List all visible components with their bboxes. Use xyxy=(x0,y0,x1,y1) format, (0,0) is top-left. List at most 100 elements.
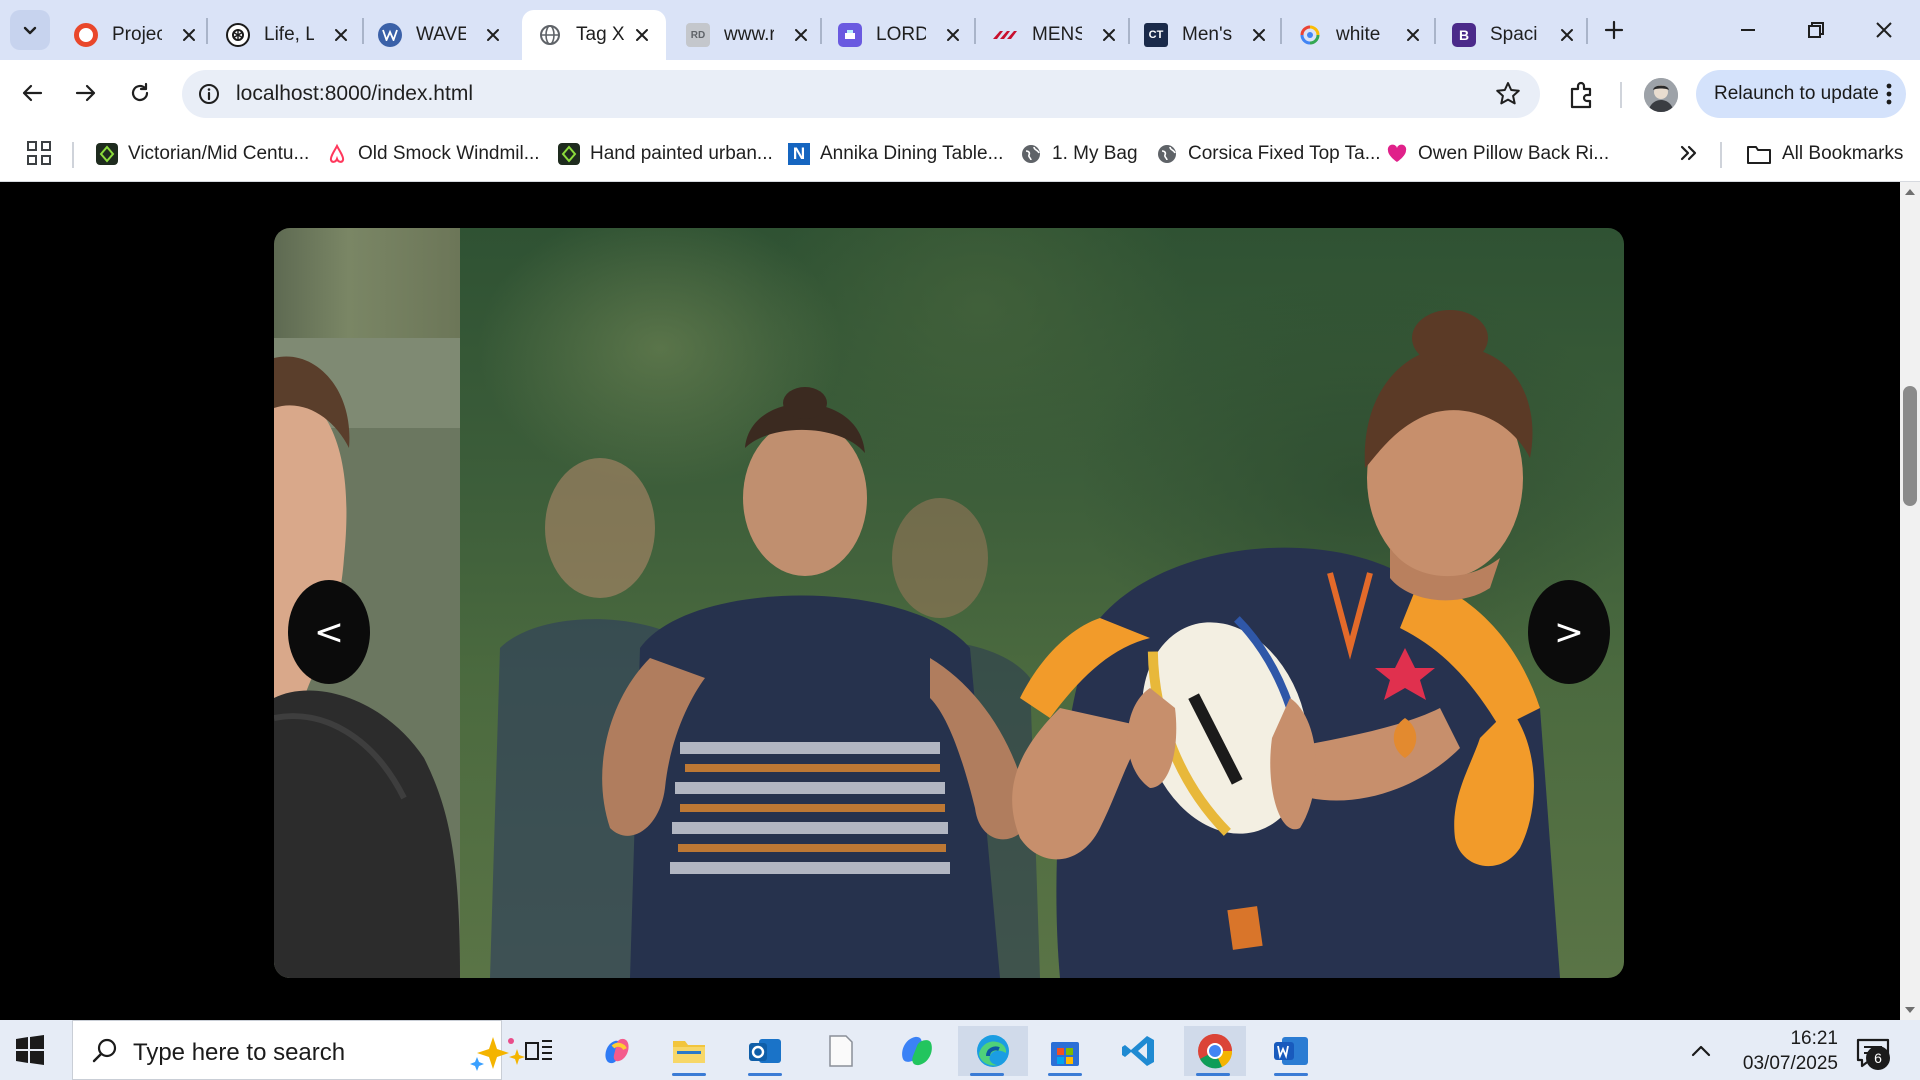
extensions-icon[interactable] xyxy=(1566,79,1598,111)
tab-title: Projec xyxy=(112,24,162,45)
plus-icon xyxy=(1604,20,1624,40)
chevron-double-right-icon[interactable] xyxy=(1676,140,1702,166)
chrome-button[interactable] xyxy=(1184,1026,1246,1076)
folder-icon xyxy=(1746,143,1772,165)
page-scrollbar[interactable] xyxy=(1900,182,1920,1020)
close-icon[interactable] xyxy=(1248,24,1270,46)
windows-start-icon[interactable] xyxy=(14,1034,46,1066)
chevron-up-icon[interactable] xyxy=(1688,1038,1714,1064)
outlook-button[interactable] xyxy=(736,1026,794,1076)
close-icon[interactable] xyxy=(1402,24,1424,46)
leaf-icon xyxy=(96,143,118,165)
forward-button[interactable] xyxy=(66,73,106,113)
clock-date: 03/07/2025 xyxy=(1742,1053,1838,1074)
tab-projec[interactable]: Projec xyxy=(58,10,214,60)
toolbar-divider xyxy=(1620,82,1622,108)
rd-icon-text: RD xyxy=(690,29,706,41)
back-button[interactable] xyxy=(12,73,52,113)
clock-time: 16:21 xyxy=(1790,1028,1838,1049)
scroll-down-arrow-icon[interactable] xyxy=(1904,1004,1916,1016)
tab-title: Spaci xyxy=(1490,24,1538,45)
scrollbar-thumb[interactable] xyxy=(1903,386,1917,506)
all-bookmarks-button[interactable]: All Bookmarks xyxy=(1746,138,1903,170)
bookmark-hand-painted[interactable]: Hand painted urban... xyxy=(558,138,773,170)
bookmark-star-icon[interactable] xyxy=(1494,80,1522,108)
running-indicator xyxy=(1274,1073,1308,1076)
next-slide-button[interactable]: > xyxy=(1528,580,1610,684)
tab-tag-x[interactable]: Tag X xyxy=(522,10,666,60)
bookmark-victorian[interactable]: Victorian/Mid Centu... xyxy=(96,138,309,170)
tab-spaci[interactable]: B Spaci xyxy=(1436,10,1592,60)
all-bookmarks-label: All Bookmarks xyxy=(1782,143,1904,164)
close-icon[interactable] xyxy=(790,24,812,46)
apps-grid-icon[interactable] xyxy=(26,140,52,166)
tab-life[interactable]: Life, L xyxy=(210,10,366,60)
tab-title: Life, L xyxy=(264,24,314,45)
running-indicator xyxy=(1196,1073,1230,1076)
search-icon xyxy=(92,1038,117,1063)
reload-button[interactable] xyxy=(120,73,160,113)
site-info-button[interactable] xyxy=(192,77,226,111)
url-text[interactable]: localhost:8000/index.html xyxy=(236,82,473,106)
tab-white[interactable]: white xyxy=(1282,10,1438,60)
taskbar-search[interactable]: Type here to search xyxy=(72,1020,525,1080)
bookmark-owen-pillow[interactable]: Owen Pillow Back Ri... xyxy=(1386,138,1609,170)
tab-lord[interactable]: LORD xyxy=(822,10,978,60)
vscode-button[interactable] xyxy=(1110,1026,1168,1076)
bookmark-label: Annika Dining Table... xyxy=(820,143,1004,164)
close-icon[interactable] xyxy=(482,24,504,46)
ct-icon: CT xyxy=(1144,23,1168,47)
more-vertical-icon[interactable] xyxy=(1886,82,1892,106)
task-view-button[interactable] xyxy=(510,1026,568,1076)
address-bar[interactable]: localhost:8000/index.html xyxy=(182,70,1540,118)
close-window-button[interactable] xyxy=(1858,8,1910,52)
tab-www[interactable]: RD www.r xyxy=(670,10,826,60)
rugby-player-photo xyxy=(490,310,1560,978)
canterbury-icon xyxy=(992,23,1018,47)
relaunch-label: Relaunch to update xyxy=(1714,83,1879,104)
bookmark-old-smock[interactable]: Old Smock Windmil... xyxy=(326,138,540,170)
close-icon[interactable] xyxy=(178,24,200,46)
copilot-button[interactable] xyxy=(588,1026,646,1076)
close-icon[interactable] xyxy=(942,24,964,46)
notepad-button[interactable] xyxy=(812,1026,870,1076)
edge-button[interactable] xyxy=(958,1026,1028,1076)
store-button[interactable] xyxy=(1036,1026,1094,1076)
minimize-button[interactable] xyxy=(1722,8,1774,52)
airbnb-icon xyxy=(326,143,348,165)
tab-wave[interactable]: WAVE xyxy=(362,10,518,60)
close-icon[interactable] xyxy=(1556,24,1578,46)
bookmark-my-bag[interactable]: 1. My Bag xyxy=(1020,138,1138,170)
running-indicator xyxy=(970,1073,1004,1076)
close-icon[interactable] xyxy=(632,24,652,46)
bootstrap-icon: B xyxy=(1452,23,1476,47)
arrow-right-icon xyxy=(75,84,96,102)
notepad-icon xyxy=(829,1035,853,1067)
edge-icon xyxy=(977,1035,1009,1067)
bookmark-label: Corsica Fixed Top Ta... xyxy=(1188,143,1381,164)
tab-divider xyxy=(1586,18,1588,44)
relaunch-button[interactable]: Relaunch to update xyxy=(1696,70,1906,118)
tab-title: MENS xyxy=(1032,24,1082,45)
tab-divider xyxy=(206,18,208,44)
new-tab-button[interactable] xyxy=(1598,14,1630,46)
tab-mens[interactable]: MENS xyxy=(976,10,1134,60)
globe-icon xyxy=(1156,143,1178,165)
m365-button[interactable] xyxy=(888,1026,946,1076)
avatar-icon xyxy=(1644,78,1678,112)
tab-mens-ct[interactable]: CT Men's xyxy=(1128,10,1284,60)
scroll-up-arrow-icon[interactable] xyxy=(1904,186,1916,198)
previous-slide-button[interactable]: < xyxy=(288,580,370,684)
bookmark-annika[interactable]: N Annika Dining Table... xyxy=(788,138,1003,170)
profile-avatar[interactable] xyxy=(1644,78,1678,112)
bookmark-corsica[interactable]: Corsica Fixed Top Ta... xyxy=(1156,138,1381,170)
restore-button[interactable] xyxy=(1790,8,1842,52)
word-button[interactable] xyxy=(1262,1026,1320,1076)
file-explorer-button[interactable] xyxy=(660,1026,718,1076)
close-icon[interactable] xyxy=(330,24,352,46)
running-indicator xyxy=(1048,1073,1082,1076)
tab-search-button[interactable] xyxy=(10,10,50,50)
close-icon[interactable] xyxy=(1098,24,1120,46)
system-clock[interactable]: 16:21 03/07/2025 xyxy=(1738,1026,1838,1076)
vscode-icon xyxy=(1122,1036,1154,1066)
